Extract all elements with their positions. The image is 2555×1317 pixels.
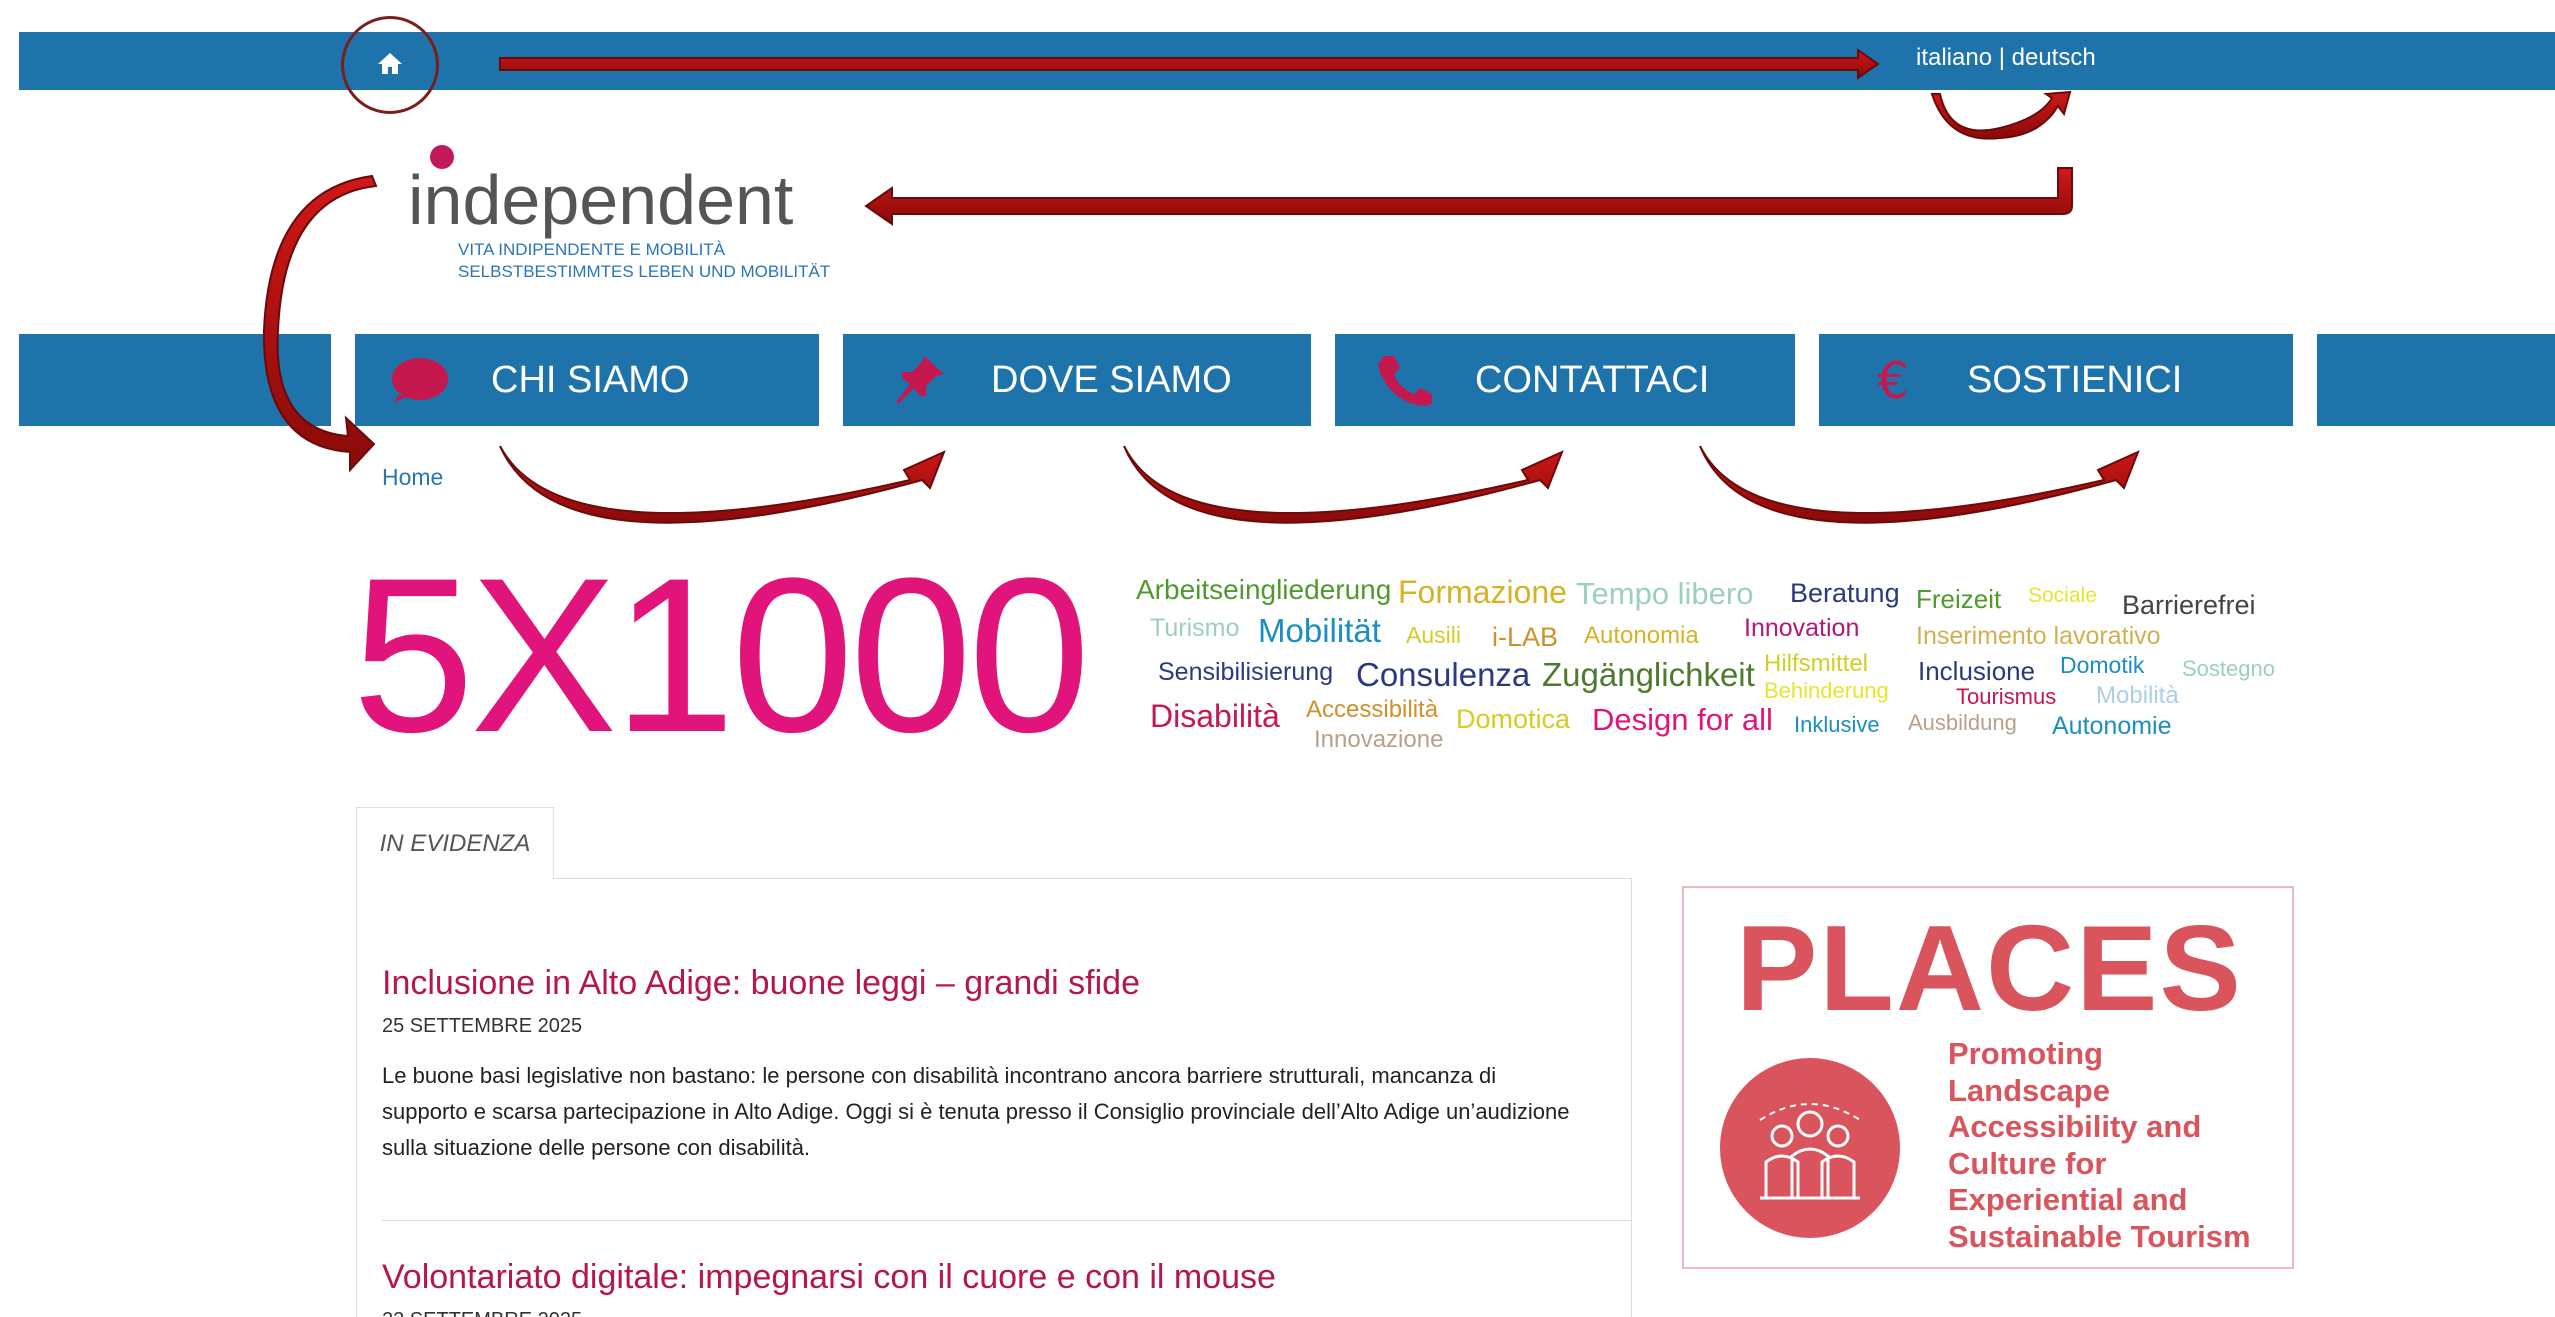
- logo-tagline-de: SELBSTBESTIMMTES LEBEN UND MOBILITÄT: [458, 262, 831, 281]
- article-date: 23 SETTEMBRE 2025: [382, 1309, 1582, 1317]
- nav-chi-siamo-label: CHI SIAMO: [491, 358, 690, 401]
- places-subtitle-line: Accessibility and: [1948, 1109, 2202, 1144]
- logo-tagline-it: VITA INDIPENDENTE E MOBILITÀ: [458, 240, 726, 259]
- site-logo[interactable]: independent VITA INDIPENDENTE E MOBILITÀ…: [408, 140, 838, 290]
- arrow-to-logo: [864, 167, 2073, 226]
- article-date: 25 SETTEMBRE 2025: [382, 1015, 583, 1037]
- cloud-word: Accessibilità: [1306, 696, 1439, 723]
- article-item: Volontariato digitale: impegnarsi con il…: [382, 1258, 1582, 1317]
- cloud-word: Arbeitseingliederung: [1136, 574, 1392, 605]
- people-group-icon: [1720, 1058, 1900, 1238]
- home-button[interactable]: [341, 16, 439, 114]
- cloud-word: Barrierefrei: [2122, 590, 2256, 620]
- cloud-word: Domotik: [2060, 652, 2145, 678]
- logo-wordmark: independent: [408, 161, 794, 239]
- nav-gap: [1795, 334, 1819, 426]
- cloud-word: Inklusive: [1794, 712, 1880, 737]
- phone-icon: [1369, 350, 1439, 410]
- nav-dove-siamo-label: DOVE SIAMO: [991, 358, 1232, 401]
- cloud-word: Tourismus: [1956, 684, 2057, 709]
- cloud-word: Inclusione: [1918, 656, 2036, 686]
- cloud-word: Sensibilisierung: [1158, 658, 1334, 686]
- article-excerpt: Le buone basi legislative non bastano: l…: [382, 1063, 1570, 1160]
- cloud-word: Behinderung: [1764, 678, 1889, 703]
- nav-contattaci[interactable]: CONTATTACI: [1339, 334, 1795, 426]
- lang-italiano-link[interactable]: italiano: [1916, 44, 1992, 71]
- cloud-word: Ausbildung: [1908, 710, 2017, 735]
- language-switcher: italiano | deutsch: [1916, 44, 2096, 72]
- lang-separator: |: [1998, 44, 2005, 71]
- lang-deutsch-link[interactable]: deutsch: [2012, 44, 2096, 71]
- places-subtitle-line: Culture for: [1948, 1145, 2107, 1181]
- pushpin-icon: [885, 350, 955, 410]
- nav-sostienici-label: SOSTIENICI: [1967, 358, 2183, 401]
- cloud-word: Mobilität: [1258, 612, 1381, 649]
- cloud-word: Innovazione: [1314, 726, 1444, 753]
- places-promo-banner[interactable]: PLACES Promoting Landscape Accessibility…: [1682, 886, 2294, 1269]
- nav-sostienici[interactable]: € SOSTIENICI: [1831, 334, 2293, 426]
- places-subtitle: Promoting Landscape Accessibility and Cu…: [1948, 1036, 2251, 1255]
- cloud-word: Design for all: [1592, 702, 1773, 737]
- arrow-nav-2: [1123, 445, 1564, 524]
- cloud-word: Sostegno: [2182, 656, 2275, 681]
- arrow-nav-1: [499, 445, 946, 524]
- nav-gap: [1311, 334, 1335, 426]
- cloud-word: Tempo libero: [1576, 576, 1754, 611]
- nav-gap: [331, 334, 355, 426]
- cloud-word: Turismo: [1150, 614, 1240, 642]
- nav-contattaci-label: CONTATTACI: [1475, 358, 1710, 401]
- cloud-word: Formazione: [1398, 574, 1567, 610]
- breadcrumb-home[interactable]: Home: [382, 464, 443, 491]
- cloud-word: Domotica: [1456, 704, 1571, 734]
- cloud-word: Beratung: [1790, 578, 1900, 608]
- banner-5x1000[interactable]: 5X1000: [352, 545, 1091, 765]
- article-title-link[interactable]: Volontariato digitale: impegnarsi con il…: [382, 1258, 1582, 1297]
- places-title: PLACES: [1736, 900, 2243, 1036]
- places-subtitle-line: Landscape: [1948, 1072, 2110, 1108]
- nav-chi-siamo[interactable]: CHI SIAMO: [355, 334, 819, 426]
- article-divider: [382, 1220, 1632, 1221]
- home-icon: [377, 51, 403, 80]
- cloud-word: Mobilità: [2096, 682, 2179, 709]
- cloud-word: Ausili: [1406, 622, 1461, 648]
- places-subtitle-line: Sustainable Tourism: [1948, 1218, 2251, 1254]
- cloud-word: Inserimento lavorativo: [1916, 622, 2161, 650]
- cloud-word: Zugänglichkeit: [1542, 656, 1755, 693]
- article-title-link[interactable]: Inclusione in Alto Adige: buone leggi – …: [382, 964, 1582, 1003]
- places-subtitle-line: Promoting: [1948, 1036, 2103, 1071]
- speech-bubble-icon: [385, 350, 455, 410]
- tab-in-evidenza[interactable]: IN EVIDENZA: [356, 807, 554, 879]
- nav-gap: [819, 334, 843, 426]
- cloud-word: Consulenza: [1356, 656, 1531, 693]
- cloud-word: i-LAB: [1492, 622, 1559, 652]
- nav-dove-siamo[interactable]: DOVE SIAMO: [855, 334, 1311, 426]
- cloud-word: Sociale: [2028, 584, 2097, 607]
- cloud-word: Autonomia: [1584, 622, 1699, 649]
- arrow-nav-3: [1699, 445, 2140, 524]
- cloud-word: Innovation: [1744, 614, 1860, 642]
- article-item: Inclusione in Alto Adige: buone leggi – …: [382, 964, 1582, 1166]
- cloud-word: Autonomie: [2052, 712, 2172, 740]
- euro-icon: €: [1861, 350, 1931, 410]
- nav-gap: [2293, 334, 2317, 426]
- tag-cloud[interactable]: Arbeitseingliederung Formazione Tempo li…: [1130, 570, 2290, 760]
- cloud-word: Disabilità: [1150, 698, 1280, 734]
- svg-text:€: €: [1877, 352, 1909, 408]
- places-subtitle-line: Experiential and: [1948, 1182, 2188, 1217]
- arrow-language-curl: [1930, 90, 2072, 140]
- cloud-word: Freizeit: [1916, 584, 2002, 614]
- cloud-word: Hilfsmittel: [1764, 650, 1869, 677]
